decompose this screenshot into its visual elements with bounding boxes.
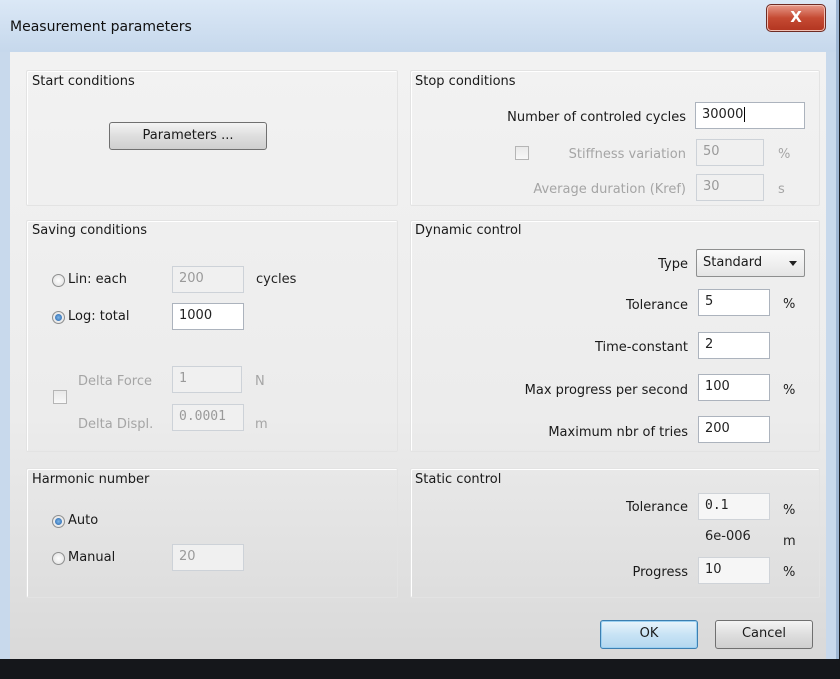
measurement-parameters-dialog: Measurement parameters X Start condition… <box>0 0 839 672</box>
type-label: Type <box>658 257 688 272</box>
max-tries-label: Maximum nbr of tries <box>548 425 688 440</box>
delta-force-input[interactable]: 1 <box>172 366 242 393</box>
ok-button[interactable]: OK <box>600 620 698 649</box>
log-input[interactable]: 1000 <box>172 303 244 330</box>
harmonic-number-group <box>26 468 398 598</box>
dialog-body: Start conditions Parameters ... Stop con… <box>10 52 826 659</box>
static-tolerance-label: Tolerance <box>626 500 688 515</box>
type-select[interactable]: Standard <box>696 249 805 277</box>
harmonic-number-title: Harmonic number <box>32 472 150 487</box>
max-progress-label: Max progress per second <box>524 383 688 398</box>
duration-unit: s <box>778 182 785 197</box>
manual-radio[interactable] <box>52 552 65 565</box>
max-progress-unit: % <box>783 383 796 398</box>
cycles-input[interactable]: 30000 <box>695 102 805 129</box>
start-conditions-title: Start conditions <box>32 74 135 89</box>
auto-radio[interactable] <box>52 515 65 528</box>
stiffness-label: Stiffness variation <box>568 147 686 162</box>
delta-displ-input[interactable]: 0.0001 <box>172 404 244 431</box>
static-tolerance-input[interactable]: 0.1 <box>698 493 770 520</box>
static-control-title: Static control <box>415 472 502 487</box>
lin-label: Lin: each <box>68 272 127 287</box>
log-radio[interactable] <box>52 311 65 324</box>
time-constant-label: Time-constant <box>594 340 688 355</box>
manual-label: Manual <box>68 550 116 565</box>
progress-input[interactable]: 10 <box>698 557 770 584</box>
stiffness-checkbox[interactable] <box>515 146 529 160</box>
title-bar[interactable]: Measurement parameters X <box>0 0 836 52</box>
lin-radio[interactable] <box>52 274 65 287</box>
delta-force-label: Delta Force <box>78 374 152 389</box>
chevron-down-icon <box>789 261 797 266</box>
parameters-button[interactable]: Parameters ... <box>109 122 267 150</box>
desktop-background-strip <box>0 659 840 679</box>
delta-force-unit: N <box>255 374 265 389</box>
max-progress-input[interactable]: 100 <box>698 374 770 401</box>
duration-input[interactable]: 30 <box>696 174 764 201</box>
dynamic-control-title: Dynamic control <box>415 223 522 238</box>
manual-input[interactable]: 20 <box>172 544 244 571</box>
duration-label: Average duration (Kref) <box>533 182 686 197</box>
delta-displ-unit: m <box>255 417 268 432</box>
close-icon: X <box>790 8 802 26</box>
progress-unit: % <box>783 565 796 580</box>
stiffness-input[interactable]: 50 <box>696 139 764 166</box>
stop-conditions-title: Stop conditions <box>415 74 516 89</box>
progress-label: Progress <box>632 565 688 580</box>
delta-displ-label: Delta Displ. <box>78 417 154 432</box>
static-tolerance-m-unit: m <box>783 534 796 549</box>
lin-unit: cycles <box>256 272 297 287</box>
dyn-tolerance-input[interactable]: 5 <box>698 289 770 316</box>
window-title: Measurement parameters <box>10 19 192 35</box>
stiffness-unit: % <box>778 147 791 162</box>
max-tries-input[interactable]: 200 <box>698 416 770 443</box>
dyn-tolerance-label: Tolerance <box>626 298 688 313</box>
text-cursor <box>744 107 746 122</box>
delta-checkbox[interactable] <box>53 390 67 404</box>
saving-conditions-title: Saving conditions <box>32 223 148 238</box>
auto-label: Auto <box>68 513 99 528</box>
time-constant-input[interactable]: 2 <box>698 332 770 359</box>
dyn-tolerance-unit: % <box>783 297 796 312</box>
static-tolerance-unit: % <box>783 503 796 518</box>
cancel-button[interactable]: Cancel <box>715 620 813 649</box>
static-tolerance-m-value: 6e-006 <box>705 529 751 544</box>
log-label: Log: total <box>68 309 130 324</box>
cycles-label: Number of controled cycles <box>507 110 686 125</box>
close-button[interactable]: X <box>766 4 826 32</box>
lin-input[interactable]: 200 <box>172 266 244 293</box>
